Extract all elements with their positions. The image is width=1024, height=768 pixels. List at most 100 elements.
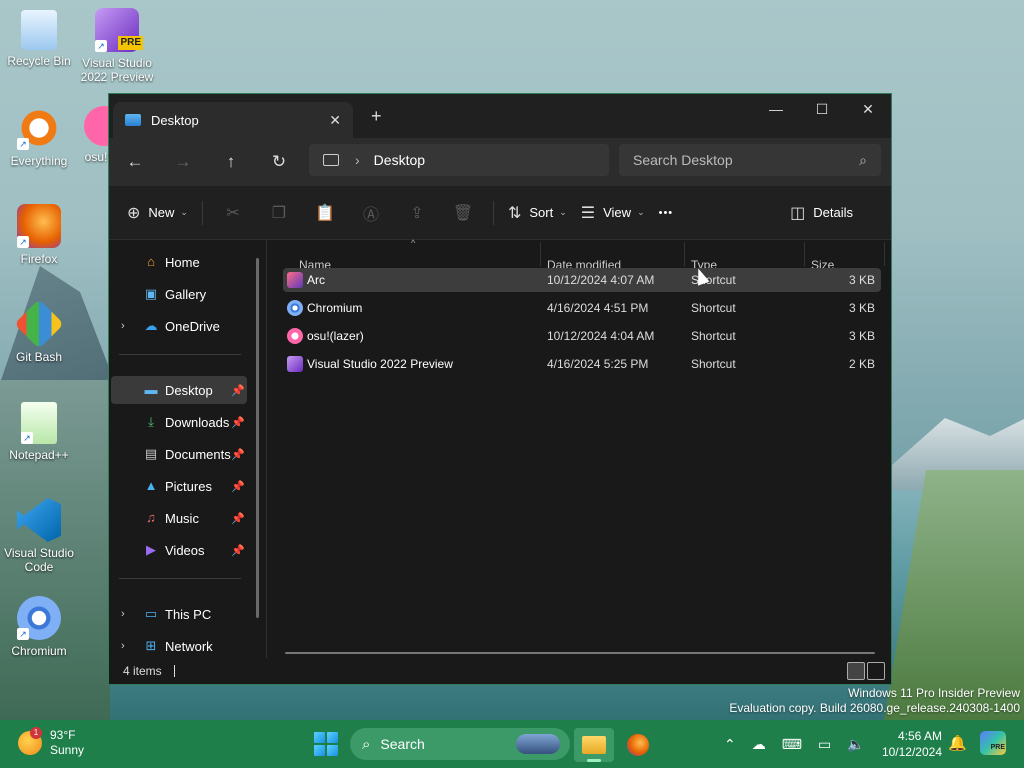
sidebar-scrollbar[interactable]: [256, 258, 259, 618]
column-divider[interactable]: [804, 242, 805, 266]
chevron-right-icon[interactable]: ›: [121, 320, 125, 332]
desktop-icon-osu[interactable]: osu!: [84, 106, 108, 164]
weather-widget[interactable]: 1 93°F Sunny: [18, 727, 84, 758]
view-lines-icon: ☰: [580, 204, 596, 222]
minimize-button[interactable]: —: [753, 94, 799, 124]
desktop-icon-notepad-plus-plus[interactable]: ↗ Notepad++: [0, 402, 78, 462]
display-icon[interactable]: ▭: [818, 736, 831, 753]
paste-button[interactable]: 📋: [309, 203, 341, 223]
desktop-icon-visual-studio-preview[interactable]: ↗ PRE Visual Studio 2022 Preview: [78, 8, 156, 84]
file-date: 4/16/2024 5:25 PM: [547, 357, 649, 371]
refresh-button[interactable]: ↻: [255, 152, 303, 172]
sidebar-item-onedrive[interactable]: › ☁ OneDrive: [111, 312, 247, 340]
sort-label: Sort: [529, 205, 554, 220]
windows-watermark: Windows 11 Pro Insider Preview Evaluatio…: [729, 686, 1020, 716]
breadcrumb-desktop[interactable]: Desktop: [374, 152, 425, 168]
forward-button[interactable]: →: [159, 152, 207, 172]
file-name: Arc: [307, 273, 325, 287]
file-type: Shortcut: [691, 301, 736, 315]
view-button[interactable]: ☰ View ⌄: [581, 203, 645, 223]
sidebar-divider: [119, 578, 241, 579]
keyboard-icon[interactable]: ⌨: [782, 736, 802, 753]
chevron-right-icon[interactable]: ›: [121, 608, 125, 620]
back-button[interactable]: ←: [111, 152, 159, 172]
pin-icon: 📌: [231, 384, 245, 397]
notification-bell-icon[interactable]: 🔔: [948, 734, 967, 752]
sort-button[interactable]: ⇅ Sort ⌄: [508, 203, 567, 223]
tab-desktop[interactable]: Desktop ✕: [113, 102, 353, 138]
search-icon: ⌕: [859, 151, 867, 168]
desktop-icon-firefox[interactable]: ↗ Firefox: [0, 204, 78, 266]
table-row[interactable]: osu!(lazer) 10/12/2024 4:04 AM Shortcut …: [283, 324, 881, 348]
file-date: 10/12/2024 4:04 AM: [547, 329, 655, 343]
chevron-up-icon[interactable]: ⌃: [724, 736, 736, 753]
taskbar-search-label: Search: [380, 736, 425, 752]
start-button[interactable]: [314, 732, 338, 756]
arc-icon: [287, 272, 303, 288]
details-view-button[interactable]: [847, 662, 865, 680]
system-tray: ⌃ ☁ ⌨ ▭ 🔈: [724, 720, 881, 768]
sidebar-item-pictures[interactable]: ▲ Pictures 📌: [111, 472, 247, 500]
tiles-view-button[interactable]: [867, 662, 885, 680]
table-row[interactable]: Visual Studio 2022 Preview 4/16/2024 5:2…: [283, 352, 881, 376]
sidebar-item-videos[interactable]: ▶ Videos 📌: [111, 536, 247, 564]
volume-icon[interactable]: 🔈: [847, 736, 864, 753]
toolbar-divider: [201, 200, 203, 225]
taskbar-firefox[interactable]: [618, 728, 658, 762]
maximize-button[interactable]: ☐: [799, 94, 845, 124]
chevron-down-icon: ⌄: [559, 207, 567, 217]
file-date: 10/12/2024 4:07 AM: [547, 273, 655, 287]
cloud-off-icon[interactable]: ☁: [752, 736, 766, 753]
desktop-icon-vscode[interactable]: Visual Studio Code: [0, 498, 78, 574]
more-options-button[interactable]: •••: [659, 207, 674, 219]
desktop-icon-label: Everything: [10, 154, 68, 168]
close-window-button[interactable]: ✕: [845, 94, 891, 124]
details-pane-button[interactable]: ◫ Details: [790, 203, 853, 223]
desktop-icon-chromium[interactable]: ↗ Chromium: [0, 596, 78, 658]
desktop-icon-git-bash[interactable]: Git Bash: [0, 299, 78, 364]
title-bar[interactable]: Desktop ✕ + — ☐ ✕: [109, 94, 891, 138]
copilot-icon[interactable]: PRE: [980, 731, 1006, 755]
sidebar-item-downloads[interactable]: ⤓ Downloads 📌: [111, 408, 247, 436]
document-icon: ▤: [144, 446, 158, 461]
chevron-right-icon[interactable]: ›: [355, 152, 360, 168]
picture-icon: ▲: [144, 478, 158, 493]
new-button[interactable]: ⊕ New ⌄: [127, 203, 188, 223]
taskbar-clock[interactable]: 4:56 AM 10/12/2024: [876, 728, 942, 760]
rename-button[interactable]: Ⓐ: [355, 201, 387, 225]
sidebar-item-network[interactable]: › ⊞ Network: [111, 632, 247, 660]
cut-button[interactable]: ✂: [217, 203, 249, 223]
sidebar-item-documents[interactable]: ▤ Documents 📌: [111, 440, 247, 468]
taskbar-search[interactable]: ⌕ Search: [350, 728, 570, 760]
desktop-icon-everything[interactable]: ↗ Everything: [0, 106, 78, 168]
share-button[interactable]: ⇪: [401, 203, 433, 223]
sidebar-item-gallery[interactable]: ▣ Gallery: [111, 280, 247, 308]
sidebar-item-this-pc[interactable]: › ▭ This PC: [111, 600, 247, 628]
pin-icon: 📌: [231, 480, 245, 493]
delete-button[interactable]: 🗑: [447, 203, 479, 223]
address-bar[interactable]: › Desktop: [309, 144, 609, 176]
desktop-icon-recycle-bin[interactable]: Recycle Bin: [0, 10, 78, 68]
column-divider[interactable]: [684, 242, 685, 266]
search-input[interactable]: Search Desktop ⌕: [619, 144, 881, 176]
sidebar-item-home[interactable]: ⌂ Home: [111, 248, 247, 276]
column-divider[interactable]: [540, 242, 541, 266]
sidebar-item-label: Downloads: [165, 414, 230, 430]
navigation-pane[interactable]: ⌂ Home ▣ Gallery › ☁ OneDrive ▬ Desktop …: [109, 240, 267, 658]
new-tab-button[interactable]: +: [371, 106, 382, 127]
horizontal-scrollbar[interactable]: [285, 652, 875, 654]
file-explorer-window[interactable]: Desktop ✕ + — ☐ ✕ ← → ↑ ↻ › Desktop Sear…: [108, 93, 892, 685]
sidebar-item-desktop[interactable]: ▬ Desktop 📌: [111, 376, 247, 404]
chevron-right-icon[interactable]: ›: [121, 640, 125, 652]
close-tab-icon[interactable]: ✕: [329, 112, 341, 129]
sidebar-item-music[interactable]: ♫ Music 📌: [111, 504, 247, 532]
table-row[interactable]: Arc 10/12/2024 4:07 AM Shortcut 3 KB: [283, 268, 881, 292]
file-list[interactable]: ^ Name Date modified Type Size Arc 10/12…: [279, 238, 885, 658]
up-button[interactable]: ↑: [207, 152, 255, 172]
sidebar-item-label: OneDrive: [165, 318, 220, 334]
copy-button[interactable]: ❐: [263, 203, 295, 223]
taskbar-file-explorer[interactable]: [574, 728, 614, 762]
table-row[interactable]: Chromium 4/16/2024 4:51 PM Shortcut 3 KB: [283, 296, 881, 320]
column-divider[interactable]: [884, 242, 885, 266]
shortcut-arrow-icon: ↗: [17, 628, 29, 640]
